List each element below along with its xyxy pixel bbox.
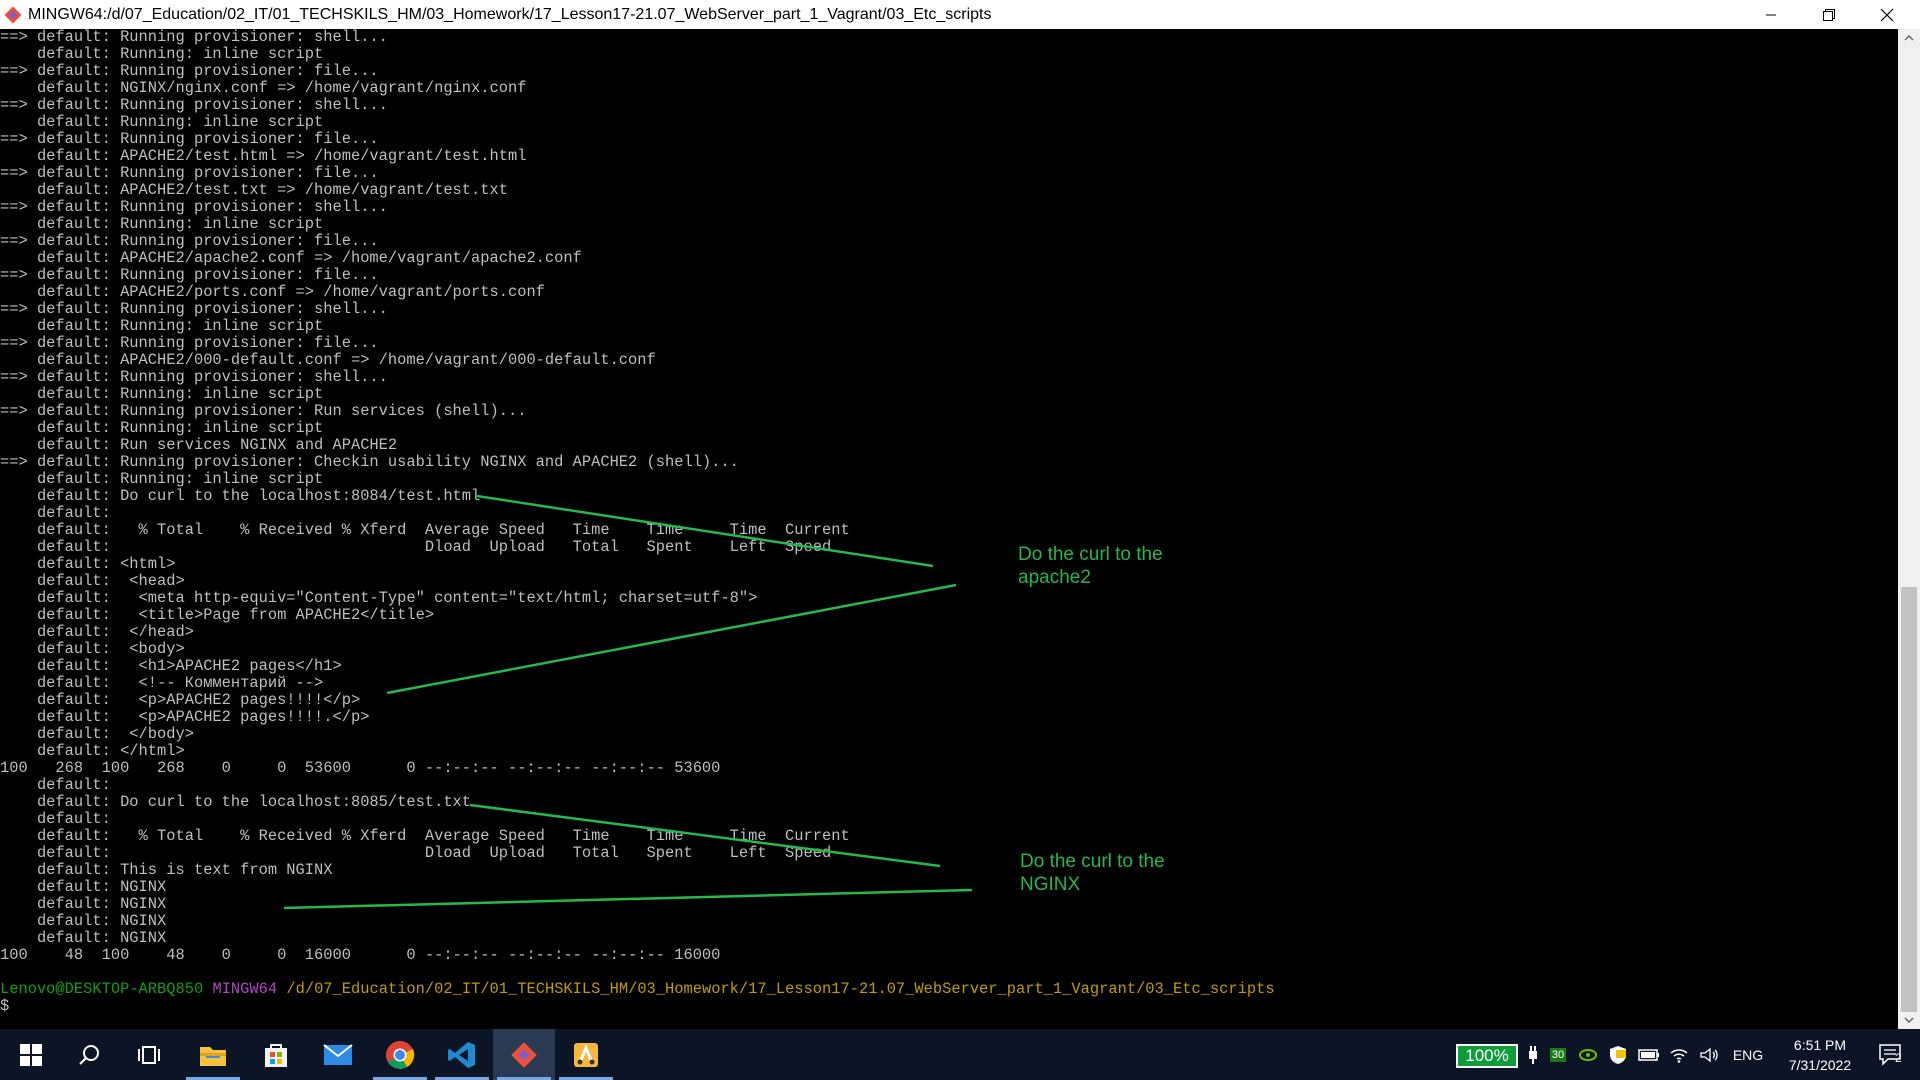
terminal-line: default: Do curl to the localhost:8085/t… [0,793,472,811]
terminal-line: default: % Total % Received % Xferd Aver… [0,521,850,539]
terminal-line: default: NGINX [0,929,167,947]
terminal-line: default: <title>Page from APACHE2</title… [0,606,435,624]
terminal-line: default: <body> [0,640,185,658]
battery-percent-badge[interactable]: 100% [1456,1044,1518,1068]
scroll-up-icon[interactable] [1898,29,1920,47]
terminal-line: default: <h1>APACHE2 pages</h1> [0,657,342,675]
mail-icon[interactable] [307,1029,369,1080]
terminal-line: default: APACHE2/test.txt => /home/vagra… [0,181,508,199]
terminal-line: default: </html> [0,742,185,760]
terminal-line: 100 48 100 48 0 0 16000 0 --:--:-- --:--… [0,946,721,964]
terminal-line: default: APACHE2/apache2.conf => /home/v… [0,249,582,267]
terminal-line: default: <p>APACHE2 pages!!!!.</p> [0,708,370,726]
terminal-line: default: Do curl to the localhost:8084/t… [0,487,481,505]
nvidia-temp-indicator[interactable]: 30 [1547,1029,1569,1080]
terminal-line: ==> default: Running provisioner: shell.… [0,29,388,46]
start-icon[interactable] [0,1029,62,1080]
terminal-line: ==> default: Running provisioner: Checki… [0,453,739,471]
vscode-icon[interactable] [431,1029,493,1080]
terminal-line: default: APACHE2/test.html => /home/vagr… [0,147,527,165]
terminal-line: default: <meta http-equiv="Content-Type"… [0,589,758,607]
prompt-env: MINGW64 [212,980,278,998]
apache-annotation-note: Do the curl to the apache2 [1018,544,1163,588]
scroll-thumb[interactable] [1901,587,1917,1012]
prompt-user-host: Lenovo@DESKTOP-ARBQ850 [0,980,204,998]
wifi-icon[interactable] [1666,1029,1692,1080]
security-shield-icon[interactable] [1605,1029,1631,1080]
terminal-line: default: <p>APACHE2 pages!!!!</p> [0,691,361,709]
file-explorer-icon[interactable] [182,1029,244,1080]
terminal-output[interactable]: ==> default: Running provisioner: shell.… [0,29,1898,1029]
terminal-line: ==> default: Running provisioner: file..… [0,164,379,182]
clock[interactable]: 6:51 PM 7/31/2022 [1775,1029,1865,1080]
terminal-line: default: [0,810,111,828]
terminal-line: ==> default: Running provisioner: shell.… [0,300,388,318]
terminal-line: ==> default: Running provisioner: file..… [0,334,379,352]
terminal-line: ==> default: Running provisioner: file..… [0,232,379,250]
terminal-line: ==> default: Running provisioner: Run se… [0,402,527,420]
search-icon[interactable] [58,1029,120,1080]
git-bash-taskbar-icon[interactable] [493,1029,555,1080]
nvidia-temp-value: 30 [1549,1047,1567,1062]
terminal-line: default: </head> [0,623,194,641]
terminal-line: default: NGINX [0,895,167,913]
terminal-line: default: Run services NGINX and APACHE2 [0,436,398,454]
close-button[interactable] [1858,0,1916,29]
terminal-line: default: NGINX/nginx.conf => /home/vagra… [0,79,527,97]
minimize-button[interactable] [1742,0,1800,29]
terminal-line: ==> default: Running provisioner: shell.… [0,368,388,386]
microsoft-store-icon[interactable] [245,1029,307,1080]
window-title: MINGW64:/d/07_Education/02_IT/01_TECHSKI… [28,5,992,23]
scroll-down-icon[interactable] [1898,1011,1920,1029]
prompt-path: /d/07_Education/02_IT/01_TECHSKILS_HM/03… [286,980,1275,998]
battery-icon[interactable] [1636,1029,1662,1080]
terminal-line: 100 268 100 268 0 0 53600 0 --:--:-- --:… [0,759,721,777]
notifications-icon[interactable]: 2 [1866,1029,1916,1080]
nginx-annotation-note: Do the curl to the NGINX [1020,851,1165,895]
nvidia-icon[interactable] [1575,1029,1601,1080]
title-bar: MINGW64:/d/07_Education/02_IT/01_TECHSKI… [0,0,1920,29]
terminal-line: default: Running: inline script [0,113,324,131]
prompt-symbol[interactable]: $ [0,998,1275,1015]
terminal-line: default: APACHE2/ports.conf => /home/vag… [0,283,545,301]
notification-count: 2 [1895,1051,1902,1065]
terminal-line: ==> default: Running provisioner: shell.… [0,96,388,114]
terminal-line: default: [0,504,111,522]
terminal-line: ==> default: Running provisioner: file..… [0,266,379,284]
task-view-icon[interactable] [118,1029,180,1080]
terminal-line: ==> default: Running provisioner: shell.… [0,198,388,216]
terminal-line: default: Running: inline script [0,215,324,233]
clock-time: 6:51 PM [1793,1036,1847,1053]
terminal-line: default: </body> [0,725,194,743]
terminal-line: default: Running: inline script [0,45,324,63]
terminal-line: default: APACHE2/000-default.conf => /ho… [0,351,656,369]
volume-icon[interactable] [1696,1029,1722,1080]
terminal-line: default: Running: inline script [0,470,324,488]
restore-button[interactable] [1800,0,1858,29]
prompt-line: Lenovo@DESKTOP-ARBQ850 MINGW64 /d/07_Edu… [0,981,1275,998]
terminal-line: default: [0,776,111,794]
terminal-line: default: <!-- Комментарий --> [0,674,324,692]
terminal-line: default: Running: inline script [0,419,324,437]
input-language[interactable]: ENG [1728,1029,1768,1080]
terminal-line: default: % Total % Received % Xferd Aver… [0,827,850,845]
git-bash-icon [2,4,24,26]
clock-date: 7/31/2022 [1788,1056,1852,1073]
terminal-line: default: Running: inline script [0,385,324,403]
terminal-line: ==> default: Running provisioner: file..… [0,62,379,80]
terminal-line: ==> default: Running provisioner: file..… [0,130,379,148]
terminal-line: default: NGINX [0,912,167,930]
taskbar: 30 ENG 6:51 PM 7/31/2022 2 [0,1029,1920,1080]
terminal-line: default: Running: inline script [0,317,324,335]
power-plug-icon[interactable] [1522,1029,1544,1080]
vertical-scrollbar[interactable] [1898,29,1920,1029]
chrome-icon[interactable] [369,1029,431,1080]
sublime-merge-icon[interactable] [555,1029,617,1080]
